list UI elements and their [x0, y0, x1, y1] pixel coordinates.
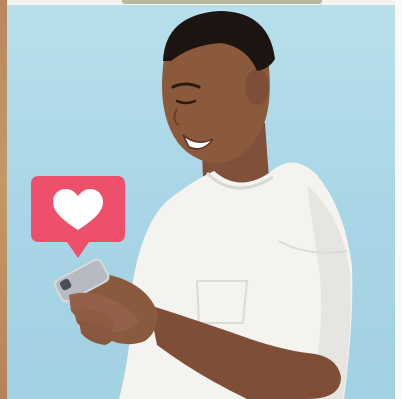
left-edge-strip [0, 0, 7, 399]
hero-photo [7, 5, 395, 399]
top-edge-accent [122, 0, 322, 4]
like-notification-badge [31, 176, 125, 258]
ear [245, 69, 269, 105]
screenshot-frame [0, 0, 402, 399]
right-edge-strip [395, 0, 402, 399]
